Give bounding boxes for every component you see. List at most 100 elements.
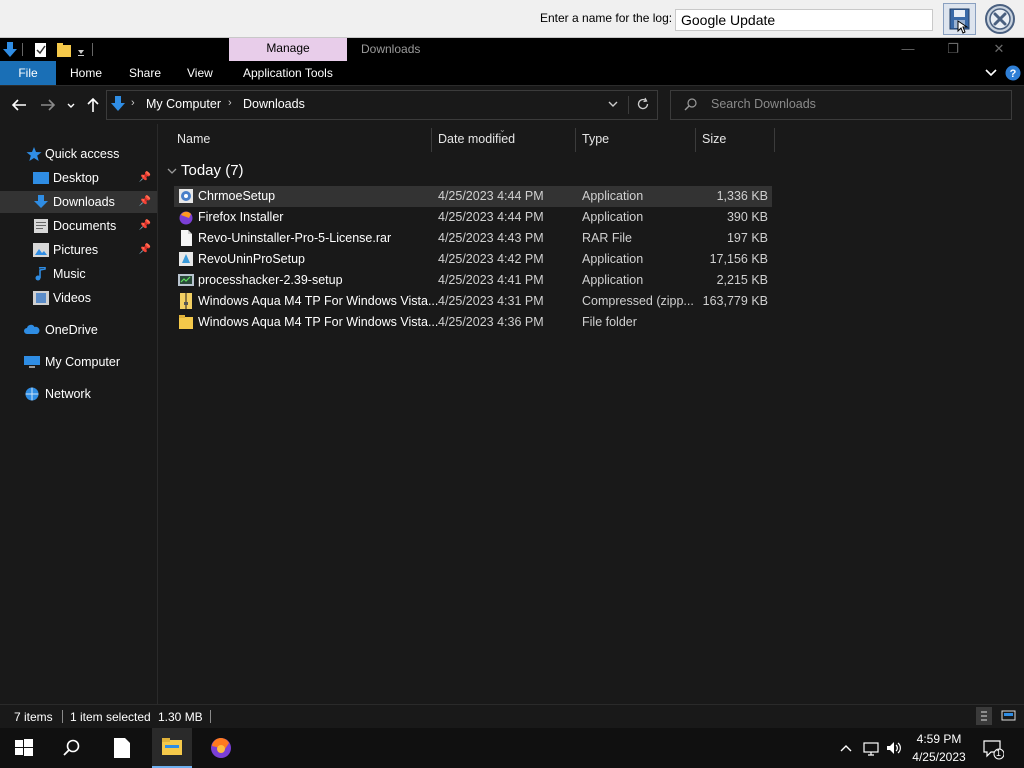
- clock-time[interactable]: 4:59 PM: [914, 732, 964, 746]
- network-tray-button[interactable]: [862, 739, 880, 757]
- file-name: ChrmoeSetup: [198, 189, 276, 203]
- notepad-taskbar-button[interactable]: [113, 737, 131, 759]
- address-history-button[interactable]: [606, 97, 620, 111]
- sidebar-item-label: Documents: [53, 219, 117, 233]
- file-row[interactable]: Windows Aqua M4 TP For Windows Vista... …: [174, 312, 772, 333]
- download-arrow-icon[interactable]: [3, 42, 17, 57]
- column-divider[interactable]: [431, 128, 432, 152]
- column-header-name[interactable]: Name: [177, 132, 210, 146]
- file-row[interactable]: Revo-Uninstaller-Pro-5-License.rar 4/25/…: [174, 228, 772, 249]
- pin-icon[interactable]: 📌: [139, 215, 151, 237]
- sidebar-item-my-computer[interactable]: My Computer: [0, 351, 157, 373]
- refresh-button[interactable]: [636, 97, 650, 111]
- help-button[interactable]: ?: [1005, 65, 1021, 81]
- folder-icon: [179, 315, 193, 329]
- forward-button[interactable]: [38, 96, 58, 114]
- new-folder-icon[interactable]: [57, 43, 71, 57]
- sidebar-item-quick-access[interactable]: Quick access: [0, 143, 157, 165]
- group-header-today[interactable]: Today (7): [181, 162, 244, 179]
- column-header-size[interactable]: Size: [702, 132, 726, 146]
- file-name: Firefox Installer: [198, 210, 284, 224]
- column-divider[interactable]: [695, 128, 696, 152]
- save-log-button[interactable]: [943, 3, 976, 35]
- back-button[interactable]: [9, 96, 29, 114]
- file-row[interactable]: Firefox Installer 4/25/2023 4:44 PM Appl…: [174, 207, 772, 228]
- sidebar-item-documents[interactable]: Documents 📌: [0, 215, 157, 237]
- chevron-down-icon: [985, 69, 997, 77]
- customize-toolbar-icon[interactable]: [78, 50, 84, 56]
- title-bar: [0, 38, 1024, 61]
- column-header-date-modified[interactable]: Date modified: [438, 132, 515, 146]
- computer-icon: [24, 356, 40, 368]
- expand-ribbon-button[interactable]: [984, 66, 998, 80]
- group-collapse-button[interactable]: [166, 165, 178, 177]
- manage-tab[interactable]: Manage: [229, 38, 347, 61]
- file-size: 163,779 KB: [702, 294, 768, 308]
- sidebar-item-downloads[interactable]: Downloads 📌: [0, 191, 157, 213]
- log-name-label: Enter a name for the log:: [540, 11, 673, 25]
- minimize-icon: —: [901, 41, 915, 56]
- column-divider[interactable]: [575, 128, 576, 152]
- start-button[interactable]: [14, 738, 34, 758]
- file-row[interactable]: RevoUninProSetup 4/25/2023 4:42 PM Appli…: [174, 249, 772, 270]
- column-divider[interactable]: [774, 128, 775, 152]
- tab-home[interactable]: Home: [64, 61, 108, 85]
- log-name-input[interactable]: [675, 9, 933, 31]
- sidebar-item-label: My Computer: [45, 355, 121, 369]
- sidebar-item-desktop[interactable]: Desktop 📌: [0, 167, 157, 189]
- window-title: Downloads: [361, 42, 421, 56]
- clock-date[interactable]: 4/25/2023: [906, 750, 972, 764]
- minimize-button[interactable]: —: [897, 40, 919, 58]
- firefox-taskbar-button[interactable]: [209, 736, 233, 760]
- file-size: 197 KB: [726, 231, 768, 245]
- tab-share[interactable]: Share: [123, 61, 167, 85]
- file-type: Application: [582, 189, 644, 203]
- sidebar-item-network[interactable]: Network: [0, 383, 157, 405]
- file-explorer-taskbar-button[interactable]: [152, 728, 192, 768]
- large-icons-view-button[interactable]: [1000, 707, 1018, 725]
- volume-tray-button[interactable]: [885, 739, 903, 757]
- pin-icon[interactable]: 📌: [139, 239, 151, 261]
- downloads-location-icon: [110, 95, 126, 113]
- column-header-type[interactable]: Type: [582, 132, 609, 146]
- pin-icon[interactable]: 📌: [139, 191, 151, 213]
- recent-locations-button[interactable]: [63, 96, 79, 114]
- file-row[interactable]: Windows Aqua M4 TP For Windows Vista... …: [174, 291, 772, 312]
- file-name: processhacker-2.39-setup: [198, 273, 343, 287]
- address-divider: [628, 96, 629, 114]
- sidebar-item-onedrive[interactable]: OneDrive: [0, 319, 157, 341]
- breadcrumb-separator-icon: ›: [228, 97, 232, 109]
- file-type: Compressed (zipp...: [582, 294, 694, 308]
- properties-icon[interactable]: [35, 43, 46, 57]
- sidebar-item-pictures[interactable]: Pictures 📌: [0, 239, 157, 261]
- maximize-button[interactable]: ❐: [942, 40, 964, 58]
- breadcrumb-downloads[interactable]: Downloads: [243, 97, 305, 111]
- pin-icon[interactable]: 📌: [139, 167, 151, 189]
- sidebar-item-videos[interactable]: Videos: [0, 287, 157, 309]
- sidebar-item-music[interactable]: Music: [0, 263, 157, 285]
- star-icon: [26, 147, 42, 161]
- file-date: 4/25/2023 4:41 PM: [438, 273, 544, 287]
- firefox-icon: [211, 738, 231, 758]
- sidebar-item-label: OneDrive: [45, 323, 98, 337]
- breadcrumb-my-computer[interactable]: My Computer: [146, 97, 221, 111]
- sidebar-item-label: Downloads: [53, 195, 115, 209]
- close-window-button[interactable]: ✕: [988, 40, 1010, 58]
- tab-file[interactable]: File: [0, 61, 56, 85]
- up-button[interactable]: [83, 96, 103, 114]
- sidebar-item-label: Quick access: [45, 147, 120, 161]
- search-taskbar-button[interactable]: [62, 738, 82, 758]
- action-center-button[interactable]: 1: [982, 738, 1004, 760]
- file-row[interactable]: processhacker-2.39-setup 4/25/2023 4:41 …: [174, 270, 772, 291]
- search-placeholder[interactable]: Search Downloads: [711, 97, 816, 111]
- tab-view[interactable]: View: [181, 61, 219, 85]
- sidebar-item-label: Videos: [53, 291, 91, 305]
- zip-folder-icon: [180, 293, 192, 309]
- tab-application-tools[interactable]: Application Tools: [237, 61, 339, 85]
- close-log-button[interactable]: [984, 3, 1016, 35]
- details-view-button[interactable]: [976, 707, 992, 725]
- file-row[interactable]: ChrmoeSetup 4/25/2023 4:44 PM Applicatio…: [174, 186, 772, 207]
- show-hidden-icons-button[interactable]: [838, 740, 854, 756]
- sidebar-item-label: Network: [45, 387, 91, 401]
- network-icon: [25, 387, 39, 401]
